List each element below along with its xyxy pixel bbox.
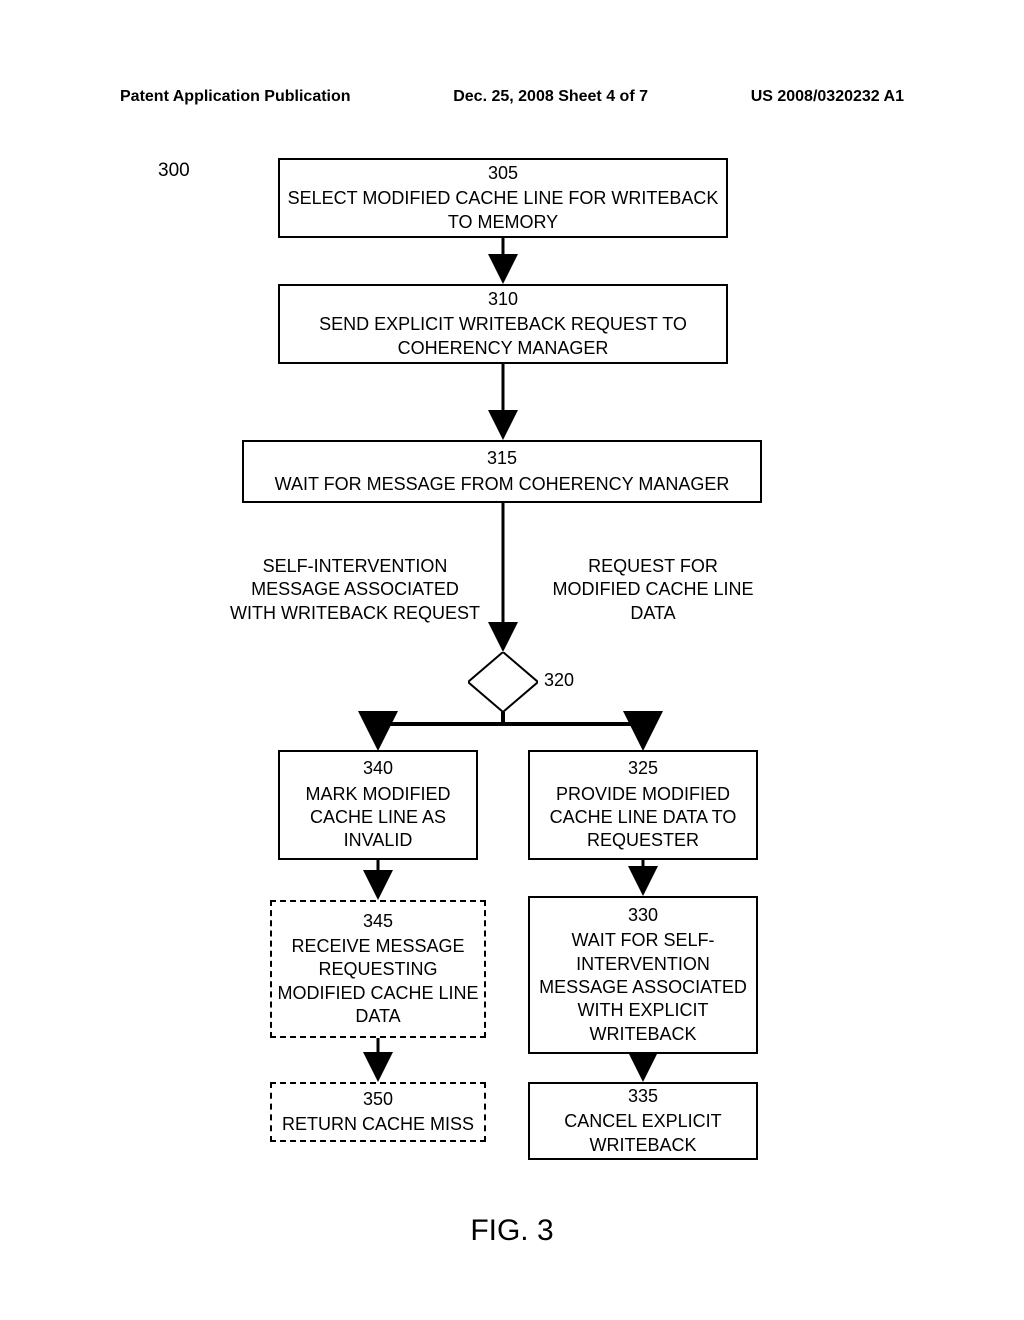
box-340-text: MARK MODIFIED CACHE LINE AS INVALID	[284, 783, 472, 853]
box-305: 305 SELECT MODIFIED CACHE LINE FOR WRITE…	[278, 158, 728, 238]
box-335: 335 CANCEL EXPLICIT WRITEBACK	[528, 1082, 758, 1160]
box-345-num: 345	[363, 910, 393, 933]
box-340-num: 340	[363, 757, 393, 780]
figure-label: FIG. 3	[0, 1214, 1024, 1248]
box-350: 350 RETURN CACHE MISS	[270, 1082, 486, 1142]
decision-320-num: 320	[544, 670, 574, 691]
box-325-text: PROVIDE MODIFIED CACHE LINE DATA TO REQU…	[534, 783, 752, 853]
branch-label-right: REQUEST FOR MODIFIED CACHE LINE DATA	[548, 555, 758, 625]
box-330-text: WAIT FOR SELF-INTERVENTION MESSAGE ASSOC…	[534, 929, 752, 1046]
box-310: 310 SEND EXPLICIT WRITEBACK REQUEST TO C…	[278, 284, 728, 364]
header-center: Dec. 25, 2008 Sheet 4 of 7	[453, 88, 648, 106]
box-350-text: RETURN CACHE MISS	[282, 1113, 474, 1136]
reference-numeral-300: 300	[158, 160, 190, 182]
box-330: 330 WAIT FOR SELF-INTERVENTION MESSAGE A…	[528, 896, 758, 1054]
box-340: 340 MARK MODIFIED CACHE LINE AS INVALID	[278, 750, 478, 860]
box-345-text: RECEIVE MESSAGE REQUESTING MODIFIED CACH…	[276, 935, 480, 1029]
box-345: 345 RECEIVE MESSAGE REQUESTING MODIFIED …	[270, 900, 486, 1038]
box-305-num: 305	[488, 162, 518, 185]
box-335-num: 335	[628, 1085, 658, 1108]
page-header: Patent Application Publication Dec. 25, …	[120, 88, 904, 106]
box-335-text: CANCEL EXPLICIT WRITEBACK	[534, 1110, 752, 1157]
box-325-num: 325	[628, 757, 658, 780]
box-315-text: WAIT FOR MESSAGE FROM COHERENCY MANAGER	[275, 473, 730, 496]
box-315-num: 315	[487, 447, 517, 470]
diamond-icon	[468, 652, 538, 712]
branch-label-left: SELF-INTERVENTION MESSAGE ASSOCIATED WIT…	[230, 555, 480, 625]
header-right: US 2008/0320232 A1	[751, 88, 904, 106]
box-350-num: 350	[363, 1088, 393, 1111]
flowchart-diagram: 300 305 SELECT MODIFIED CACHE LINE FOR W…	[0, 150, 1024, 1320]
decision-320	[468, 652, 538, 712]
box-310-num: 310	[488, 288, 518, 311]
header-left: Patent Application Publication	[120, 88, 351, 106]
box-310-text: SEND EXPLICIT WRITEBACK REQUEST TO COHER…	[284, 313, 722, 360]
box-305-text: SELECT MODIFIED CACHE LINE FOR WRITEBACK…	[284, 187, 722, 234]
box-315: 315 WAIT FOR MESSAGE FROM COHERENCY MANA…	[242, 440, 762, 503]
box-325: 325 PROVIDE MODIFIED CACHE LINE DATA TO …	[528, 750, 758, 860]
box-330-num: 330	[628, 904, 658, 927]
